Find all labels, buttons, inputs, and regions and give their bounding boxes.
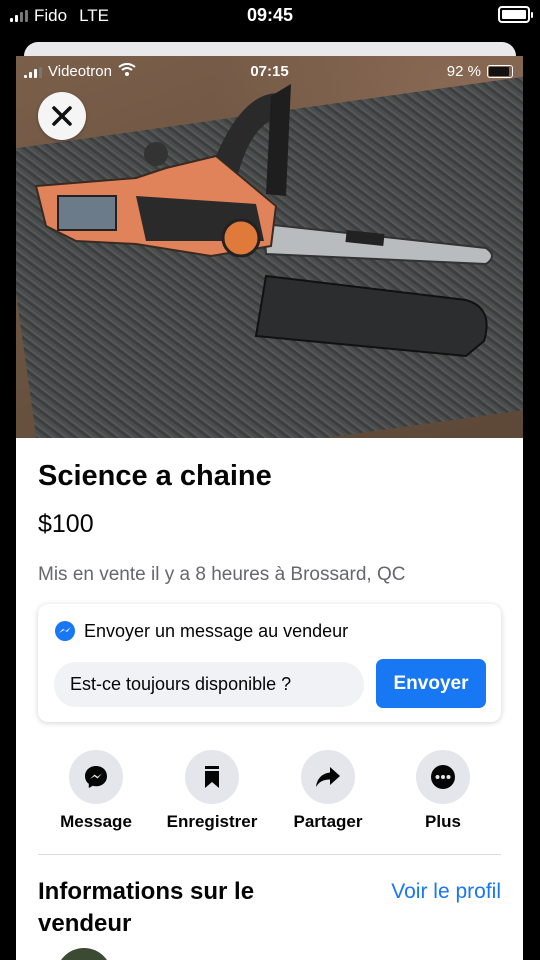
close-icon <box>52 106 72 126</box>
battery-icon <box>498 6 533 23</box>
seller-avatar[interactable] <box>56 948 112 960</box>
listing-details: Science a chaine $100 Mis en vente il y … <box>16 438 523 960</box>
send-button[interactable]: Envoyer <box>376 659 486 708</box>
action-label: Plus <box>425 812 461 831</box>
action-bar: Message Enregistrer Partager Plus <box>38 750 501 834</box>
listing-photo[interactable]: Videotron 07:15 92 % <box>16 56 523 438</box>
save-action[interactable]: Enregistrer <box>154 750 270 832</box>
chainsaw-image <box>34 84 493 358</box>
listing-title: Science a chaine <box>38 460 272 492</box>
messenger-icon <box>55 621 75 641</box>
seller-section-title: Informations sur le vendeur <box>38 878 255 937</box>
action-label: Message <box>60 812 132 831</box>
status-time: 09:45 <box>246 5 294 25</box>
device-status-bar: Fido LTE 09:45 <box>0 0 540 32</box>
divider <box>38 854 501 855</box>
action-label: Enregistrer <box>166 812 258 831</box>
listing-meta: Mis en vente il y a 8 heures à Brossard,… <box>38 564 406 585</box>
battery-percent: 92 % <box>446 63 481 80</box>
listing-price: $100 <box>38 510 94 538</box>
message-input[interactable] <box>54 662 364 707</box>
battery-icon <box>487 65 513 78</box>
message-heading: Envoyer un message au vendeur <box>84 620 349 641</box>
bookmark-icon <box>205 766 219 788</box>
close-button[interactable] <box>38 92 86 140</box>
action-label: Partager <box>293 812 363 831</box>
more-action[interactable]: Plus <box>385 750 501 832</box>
message-action[interactable]: Message <box>38 750 154 832</box>
photo-status-bar: Videotron 07:15 92 % <box>16 56 523 86</box>
view-profile-link[interactable]: Voir le profil <box>391 880 501 904</box>
share-icon <box>316 767 340 787</box>
more-icon <box>431 765 455 789</box>
messenger-icon <box>85 766 107 788</box>
message-seller-card: Envoyer un message au vendeur Envoyer <box>38 604 501 722</box>
share-action[interactable]: Partager <box>270 750 386 832</box>
